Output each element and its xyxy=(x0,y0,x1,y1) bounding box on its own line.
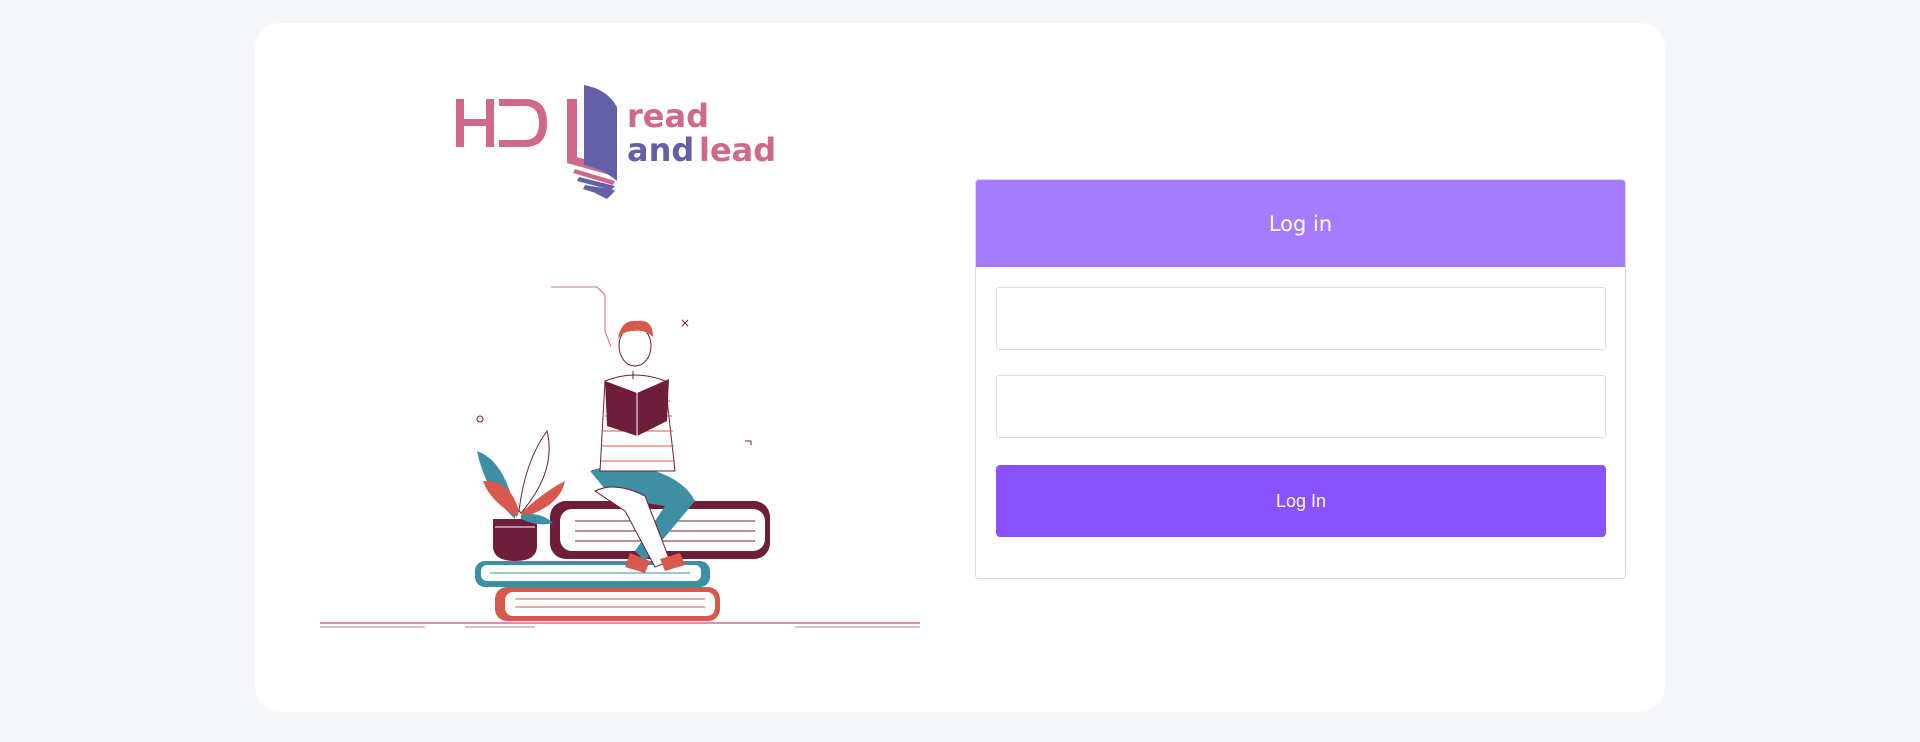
logo-text-lead: lead xyxy=(699,131,776,169)
logo-text-read: read xyxy=(627,97,709,135)
username-input[interactable] xyxy=(996,287,1606,350)
login-header: Log in xyxy=(976,180,1625,267)
login-form: Log in Log In xyxy=(975,179,1626,579)
login-title: Log in xyxy=(1268,211,1333,236)
hd-logo-icon xyxy=(456,85,617,199)
svg-text:×: × xyxy=(680,316,690,330)
reading-person-illustration: × xyxy=(320,286,920,628)
login-button[interactable]: Log In xyxy=(996,465,1606,537)
password-input[interactable] xyxy=(996,375,1606,438)
login-card: read and lead × Log in Log In xyxy=(255,23,1665,712)
logo-text-and: and xyxy=(627,131,694,169)
brand-logo: read and lead xyxy=(456,85,776,199)
